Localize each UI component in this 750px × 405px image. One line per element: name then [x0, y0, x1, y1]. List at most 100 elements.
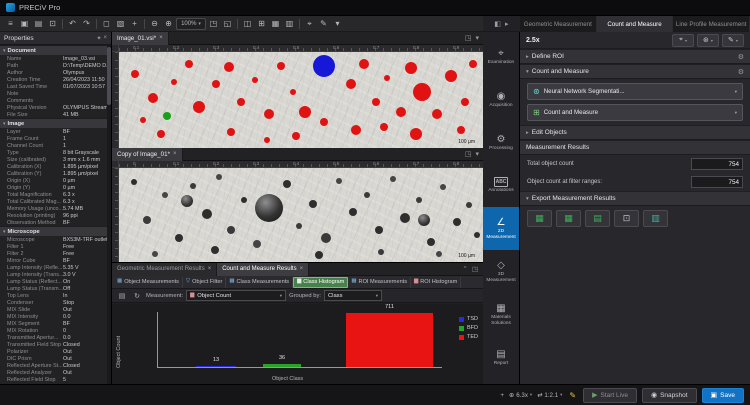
zoom-control[interactable]: ⊕ 6.3x ▾: [509, 392, 532, 399]
bar-tsd[interactable]: [196, 366, 236, 367]
properties-scrollbar[interactable]: [107, 45, 111, 384]
workflow-2d-measurement[interactable]: ∠2D Measurement: [483, 207, 519, 250]
result-view-tab-class-histogram[interactable]: ▆Class Histogram: [293, 277, 348, 288]
scrollbar-thumb[interactable]: [107, 47, 111, 105]
grouped-by-select[interactable]: Class ▾: [324, 290, 382, 301]
actual-size-icon[interactable]: ◱: [221, 18, 234, 30]
more-icon[interactable]: ▾: [331, 18, 344, 30]
pan-tool-icon[interactable]: +: [128, 18, 141, 30]
workflow-annotations[interactable]: ABCAnnotations: [483, 164, 519, 207]
zoom-out-icon[interactable]: ⊖: [148, 18, 161, 30]
workflow-3d-measurement[interactable]: ◇3D Measurement: [483, 250, 519, 293]
panel-tab-geometric-measurement[interactable]: Geometric Measurement: [520, 16, 597, 32]
detected-object-red[interactable]: [264, 137, 270, 143]
detected-object-red[interactable]: [264, 109, 274, 119]
measurement-select[interactable]: ▆ Object Count ▾: [186, 290, 286, 301]
detected-object-red[interactable]: [432, 109, 442, 119]
viewer-2-tab[interactable]: Copy of Image_01* ×: [112, 148, 183, 161]
detected-object-red[interactable]: [469, 60, 477, 68]
detected-object-red[interactable]: [224, 62, 234, 72]
detected-object-red[interactable]: [290, 89, 296, 95]
zoom-level-select[interactable]: 100%▾: [176, 18, 206, 30]
result-doc-tab-count-and-measure-results[interactable]: Count and Measure Results×: [217, 263, 309, 276]
close-icon[interactable]: ×: [173, 151, 177, 157]
print-icon[interactable]: ⊡: [46, 18, 59, 30]
detected-object-red[interactable]: [252, 77, 258, 83]
undock-icon[interactable]: ◳: [465, 150, 472, 158]
zoom-in-icon[interactable]: ⊕: [162, 18, 175, 30]
detected-object-red[interactable]: [445, 70, 457, 82]
edit-tool-button[interactable]: ✎▾: [722, 34, 744, 47]
detected-object-red[interactable]: [237, 98, 245, 106]
count-and-measure-button[interactable]: ⊞ Count and Measure ▾: [527, 104, 743, 121]
close-icon[interactable]: ×: [103, 35, 107, 41]
export-to-workbook-button[interactable]: ▦: [556, 210, 581, 227]
detected-object-red[interactable]: [193, 101, 205, 113]
detected-object-red[interactable]: [461, 98, 469, 106]
section-count-and-measure[interactable]: ▾ Count and Measure ⚙: [520, 64, 750, 79]
section-edit-objects[interactable]: ▸ Edit Objects: [520, 125, 750, 140]
roi-tool-button[interactable]: ⌖▾: [672, 34, 694, 47]
detected-object-red[interactable]: [346, 79, 356, 89]
detected-object-red[interactable]: [299, 106, 311, 118]
detected-object-red[interactable]: [410, 128, 422, 140]
gear-icon[interactable]: ⚙: [738, 68, 744, 76]
detected-object-red[interactable]: [277, 62, 285, 70]
save-icon[interactable]: ▣: [18, 18, 31, 30]
export-to-excel-button[interactable]: ▦: [527, 210, 552, 227]
scale-ratio-control[interactable]: ⇄ 1:2.1 ▾: [537, 392, 562, 399]
export-to-csv-button[interactable]: ▤: [585, 210, 610, 227]
start-live-button[interactable]: ▶ Start Live: [583, 388, 637, 403]
menu-icon[interactable]: ≡: [4, 18, 17, 30]
workflow-examination[interactable]: ⌖Examination: [483, 35, 519, 78]
result-view-tab-class-measurements[interactable]: ▦Class Measurements: [226, 277, 293, 288]
workflow-acquisition[interactable]: ◉Acquisition: [483, 78, 519, 121]
properties-section-microscope[interactable]: ▾Microscope: [0, 226, 107, 236]
fit-window-icon[interactable]: ◳: [207, 18, 220, 30]
caret-down-icon[interactable]: ▾: [475, 150, 479, 158]
detected-object-red[interactable]: [396, 107, 406, 117]
detected-object-red[interactable]: [413, 83, 431, 101]
detected-object-red[interactable]: [351, 125, 361, 135]
result-view-tab-object-measurements[interactable]: ▦Object Measurements: [114, 277, 183, 288]
refresh-icon[interactable]: ↻: [131, 290, 143, 301]
gear-icon[interactable]: ⚙: [738, 53, 744, 61]
detected-object-red[interactable]: [384, 75, 390, 81]
layout-rows-icon[interactable]: ▥: [283, 18, 296, 30]
detected-object-red[interactable]: [457, 126, 465, 134]
collapse-panel-icon[interactable]: ◧: [494, 20, 501, 28]
panel-tab-count-and-measure[interactable]: Count and Measure: [597, 16, 674, 32]
detected-object-red[interactable]: [185, 60, 193, 68]
detected-object-red[interactable]: [140, 117, 146, 123]
pin-icon[interactable]: ✦: [96, 35, 101, 42]
close-icon[interactable]: ×: [159, 35, 163, 41]
layout-grid-icon[interactable]: ⊞: [255, 18, 268, 30]
neural-network-segmentation-button[interactable]: ⊛ Neural Network Segmentati... ▾: [527, 83, 743, 100]
redo-icon[interactable]: ↷: [80, 18, 93, 30]
close-icon[interactable]: ×: [300, 266, 304, 272]
viewer-1-tab[interactable]: Image_01.vsi* ×: [112, 32, 169, 45]
workflow-report[interactable]: ▤Report: [483, 336, 519, 379]
annotate-icon[interactable]: ✎: [569, 391, 576, 400]
panel-tab-line-profile-measurement[interactable]: Line Profile Measurement: [673, 16, 750, 32]
detected-object-red[interactable]: [380, 123, 388, 131]
undock-icon[interactable]: ◳: [472, 265, 478, 273]
detected-object-green[interactable]: [163, 112, 171, 120]
open-report-button[interactable]: ▥: [643, 210, 668, 227]
caret-down-icon[interactable]: ▾: [475, 34, 479, 42]
result-view-tab-roi-histogram[interactable]: ▆ROI Histogram: [411, 277, 461, 288]
result-doc-tab-geometric-measurement-results[interactable]: Geometric Measurement Results×: [112, 263, 217, 276]
image-canvas-1[interactable]: 100 µm: [119, 168, 483, 262]
layout-tiles-icon[interactable]: ▦: [269, 18, 282, 30]
detected-object-red[interactable]: [359, 59, 369, 69]
snapshot-button[interactable]: ◉ Snapshot: [642, 388, 697, 403]
magic-selection-button[interactable]: ⊛▾: [697, 34, 719, 47]
export-results-icon[interactable]: ▤: [116, 290, 128, 301]
bar-bfd[interactable]: [263, 364, 301, 367]
detected-object-red[interactable]: [405, 62, 417, 74]
select-tool-icon[interactable]: ◻: [100, 18, 113, 30]
undock-icon[interactable]: ◳: [465, 34, 472, 42]
detected-object-red[interactable]: [292, 132, 300, 140]
detected-object-blue[interactable]: [313, 55, 335, 77]
bar-ted[interactable]: [346, 313, 433, 367]
